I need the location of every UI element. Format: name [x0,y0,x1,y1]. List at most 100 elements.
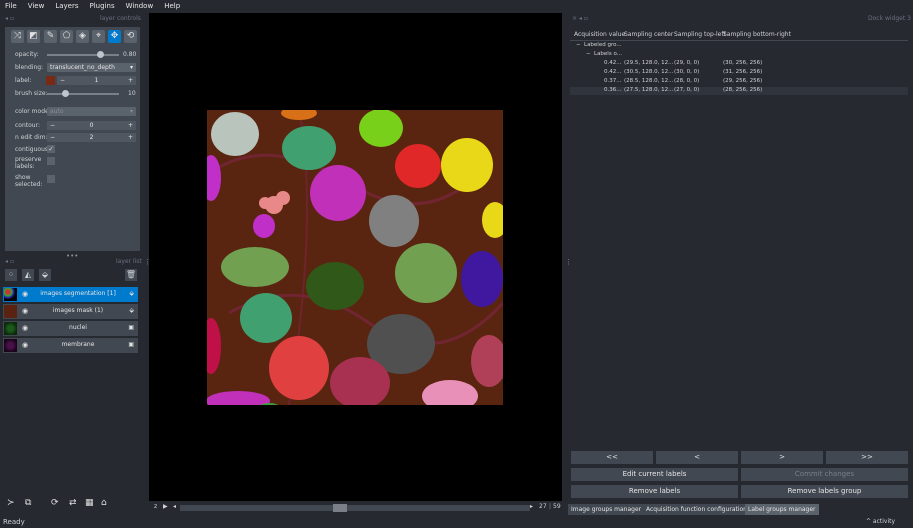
edit-labels-button[interactable]: Edit current labels [571,468,738,481]
last-button[interactable]: >> [826,451,908,464]
play-icon[interactable]: ▶ [163,503,168,510]
tree-subgroup[interactable]: Labels o... [594,51,622,57]
previous-button[interactable]: < [656,451,738,464]
column-header[interactable]: Sampling top-left [674,31,726,38]
column-header[interactable]: Sampling center [624,31,673,38]
show-selected-checkbox[interactable] [47,175,55,183]
contiguous-checkbox[interactable]: ✓ [47,145,55,153]
table-row[interactable]: 0.42... (30.5, 128.0, 12... (30, 0, 0) (… [570,69,908,77]
chevron-down-icon: ▾ [129,108,133,115]
roll-icon[interactable]: ⟳ [51,498,59,508]
color-mode-label: color mode: [15,108,51,115]
shuffle-icon[interactable]: ⤨ [11,30,24,43]
viewer-canvas[interactable] [149,13,562,501]
brush-icon[interactable]: ✎ [44,30,57,43]
label-spinbox[interactable]: − 1 + [57,76,136,85]
layer-thumbnail [4,322,17,335]
tree-expand-icon[interactable]: − [576,42,581,48]
tree-group[interactable]: Labeled gro... [584,42,622,48]
z-slider[interactable] [180,505,530,511]
fill-icon[interactable]: ◈ [76,30,89,43]
new-labels-icon[interactable]: ⬙ [39,269,51,281]
tab-acquisition-function[interactable]: Acquisition function configuration [643,504,750,515]
layer-thumbnail [4,339,17,352]
eye-icon[interactable]: ◉ [22,308,30,315]
layer-name: images mask (1) [52,307,104,314]
grid-icon[interactable]: ▦ [85,498,94,508]
plus-icon[interactable]: + [128,133,133,142]
new-shapes-icon[interactable]: ◭ [22,269,34,281]
axis-label: z [154,503,158,510]
n-edit-dim-spinbox[interactable]: − 2 + [47,133,136,142]
dock-close-icons[interactable]: × ◂ ▫ [572,15,588,22]
remove-labels-group-button[interactable]: Remove labels group [741,485,908,498]
dims-slider-bar: z ▶ ◂ ▸ 27 | 59 [149,503,562,513]
contour-spinbox[interactable]: − 0 + [47,121,136,130]
cell-acquisition: 0.42... [604,60,622,66]
column-header[interactable]: Sampling bottom-right [723,31,791,38]
blending-value: translucent_no_depth [50,64,115,71]
menu-view[interactable]: View [28,2,45,10]
column-header[interactable]: Acquisition value [574,31,625,38]
layer-name: images segmentation [1] [40,290,116,297]
cell-top-left: (29, 0, 0) [674,60,700,66]
status-text: Ready [3,518,25,526]
layer-row-membrane[interactable]: ◉ membrane ▣ [3,338,138,353]
commit-changes-button[interactable]: Commit changes [741,468,908,481]
remove-labels-button[interactable]: Remove labels [571,485,738,498]
brush-size-slider[interactable] [47,93,119,95]
opacity-handle[interactable] [97,51,104,58]
eye-icon[interactable]: ◉ [22,342,30,349]
layer-controls-title: layer controls [100,15,141,22]
transpose-icon[interactable]: ⇄ [69,498,77,508]
delete-layer-icon[interactable]: 🗑 [125,269,137,281]
step-forward-icon[interactable]: ▸ [530,503,533,510]
table-row[interactable]: 0.42... (29.5, 128.0, 12... (29, 0, 0) (… [570,60,908,68]
preserve-labels-checkbox[interactable] [47,157,55,165]
first-button[interactable]: << [571,451,653,464]
z-slider-handle[interactable] [333,504,347,512]
table-row[interactable]: 0.37... (28.5, 128.0, 12... (28, 0, 0) (… [570,78,908,86]
layer-row-nuclei[interactable]: ◉ nuclei ▣ [3,321,138,336]
eye-icon[interactable]: ◉ [22,325,30,332]
layer-row-images-segmentation[interactable]: ◉ images segmentation [1] ⬙ [3,287,138,302]
tab-label-groups-manager[interactable]: Label groups manager [745,504,819,515]
picker-icon[interactable]: ⌖ [92,30,105,43]
cell-center: (28.5, 128.0, 12... [624,78,674,84]
plus-icon[interactable]: + [128,76,133,85]
cell-top-left: (27, 0, 0) [674,87,700,93]
menu-file[interactable]: File [5,2,17,10]
color-mode-select[interactable]: auto ▾ [47,107,136,116]
layer-row-images-mask[interactable]: ◉ images mask (1) ⬙ [3,304,138,319]
cell-bottom-right: (30, 256, 256) [723,60,763,66]
tree-expand-icon[interactable]: − [586,51,591,57]
next-button[interactable]: > [741,451,823,464]
tab-image-groups-manager[interactable]: Image groups manager [568,504,645,515]
opacity-slider[interactable] [47,54,119,56]
transform-icon[interactable]: ⟲ [124,30,137,43]
menu-layers[interactable]: Layers [55,2,78,10]
table-row[interactable]: 0.36... (27.5, 128.0, 12... (27, 0, 0) (… [570,87,908,95]
menu-window[interactable]: Window [126,2,154,10]
home-icon[interactable]: ⌂ [101,498,107,508]
splitter-handle[interactable]: ••• [66,252,78,260]
segmentation-image [207,110,503,405]
console-icon[interactable]: ≻ [7,498,15,508]
blending-label: blending: [15,64,44,71]
dock-float-icons[interactable]: ◂ ▫ [5,15,14,22]
new-points-icon[interactable]: ⁘ [5,269,17,281]
dock-float-icons[interactable]: ◂ ▫ [5,258,14,265]
eraser-icon[interactable]: ◩ [27,30,40,43]
pan-zoom-icon[interactable]: ✥ [108,30,121,43]
ndisplay-icon[interactable]: ⧉ [25,498,31,508]
blending-select[interactable]: translucent_no_depth ▾ [47,63,136,72]
polygon-icon[interactable]: ⬠ [60,30,73,43]
menu-plugins[interactable]: Plugins [90,2,115,10]
eye-icon[interactable]: ◉ [22,291,30,298]
step-back-icon[interactable]: ◂ [173,503,176,510]
activity-button[interactable]: ^ activity [866,518,895,525]
brush-size-handle[interactable] [62,90,69,97]
plus-icon[interactable]: + [128,121,133,130]
cell-top-left: (30, 0, 0) [674,69,700,75]
menu-help[interactable]: Help [164,2,180,10]
